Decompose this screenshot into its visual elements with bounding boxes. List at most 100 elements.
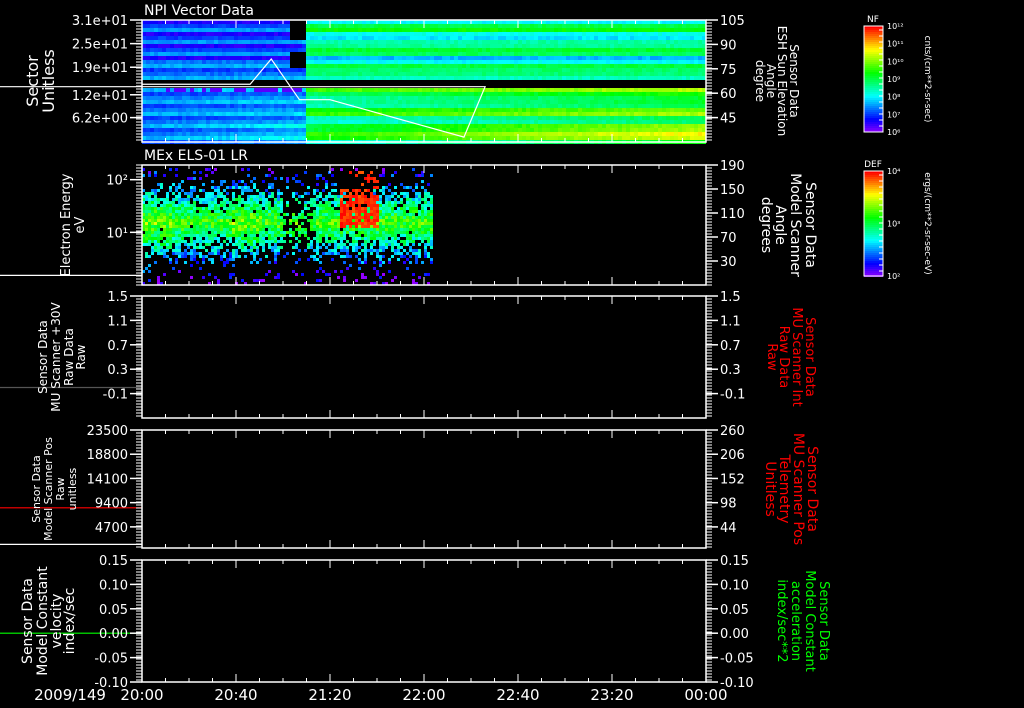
heatmap-cell bbox=[235, 249, 238, 252]
heatmap-cell bbox=[174, 36, 178, 40]
heatmap-cell bbox=[430, 120, 434, 124]
heatmap-cell bbox=[498, 28, 502, 32]
heatmap-cell bbox=[232, 255, 235, 258]
heatmap-cell bbox=[582, 104, 586, 108]
heatmap-cell bbox=[498, 64, 502, 68]
heatmap-cell bbox=[474, 64, 478, 68]
heatmap-cell bbox=[482, 68, 486, 72]
heatmap-cell bbox=[550, 116, 554, 120]
heatmap-cell bbox=[175, 246, 178, 249]
heatmap-cell bbox=[154, 60, 158, 64]
heatmap-cell bbox=[546, 88, 550, 92]
heatmap-cell bbox=[662, 92, 666, 96]
heatmap-cell bbox=[458, 68, 462, 72]
heatmap-cell bbox=[190, 88, 194, 92]
heatmap-cell bbox=[466, 44, 470, 48]
heatmap-cell bbox=[154, 64, 158, 68]
heatmap-cell bbox=[266, 48, 270, 52]
heatmap-cell bbox=[614, 72, 618, 76]
heatmap-cell bbox=[314, 132, 318, 136]
heatmap-cell bbox=[282, 36, 286, 40]
heatmap-cell bbox=[290, 72, 294, 76]
heatmap-cell bbox=[265, 198, 268, 201]
heatmap-cell bbox=[458, 40, 462, 44]
heatmap-cell bbox=[194, 132, 198, 136]
heatmap-cell bbox=[166, 52, 170, 56]
heatmap-cell bbox=[250, 44, 254, 48]
heatmap-cell bbox=[410, 40, 414, 44]
heatmap-cell bbox=[222, 128, 226, 132]
heatmap-cell bbox=[151, 210, 154, 213]
heatmap-cell bbox=[546, 100, 550, 104]
heatmap-cell bbox=[208, 207, 211, 210]
heatmap-cell bbox=[498, 116, 502, 120]
heatmap-cell bbox=[322, 88, 326, 92]
heatmap-cell bbox=[181, 237, 184, 240]
heatmap-cell bbox=[246, 92, 250, 96]
heatmap-cell bbox=[354, 68, 358, 72]
heatmap-cell bbox=[598, 128, 602, 132]
heatmap-cell bbox=[145, 252, 148, 255]
heatmap-cell bbox=[286, 120, 290, 124]
heatmap-cell bbox=[145, 219, 148, 222]
heatmap-cell bbox=[414, 32, 418, 36]
heatmap-cell bbox=[534, 68, 538, 72]
heatmap-cell bbox=[302, 112, 306, 116]
heatmap-cell bbox=[246, 136, 250, 140]
heatmap-cell bbox=[454, 124, 458, 128]
heatmap-cell bbox=[650, 112, 654, 116]
heatmap-cell bbox=[334, 116, 338, 120]
heatmap-cell bbox=[678, 96, 682, 100]
heatmap-cell bbox=[602, 36, 606, 40]
heatmap-cell bbox=[630, 96, 634, 100]
heatmap-cell bbox=[362, 120, 366, 124]
heatmap-cell bbox=[258, 124, 262, 128]
heatmap-cell bbox=[206, 132, 210, 136]
heatmap-cell bbox=[310, 44, 314, 48]
heatmap-cell bbox=[414, 60, 418, 64]
heatmap-cell bbox=[558, 64, 562, 68]
heatmap-cell bbox=[198, 56, 202, 60]
heatmap-cell bbox=[586, 132, 590, 136]
heatmap-cell bbox=[286, 44, 290, 48]
heatmap-cell bbox=[190, 52, 194, 56]
heatmap-cell bbox=[306, 24, 310, 28]
heatmap-cell bbox=[172, 234, 175, 237]
heatmap-cell bbox=[226, 60, 230, 64]
heatmap-cell bbox=[386, 36, 390, 40]
heatmap-cell bbox=[247, 210, 250, 213]
heatmap-cell bbox=[598, 24, 602, 28]
heatmap-cell bbox=[674, 100, 678, 104]
heatmap-cell bbox=[582, 24, 586, 28]
heatmap-cell bbox=[618, 120, 622, 124]
heatmap-cell bbox=[151, 240, 154, 243]
heatmap-cell bbox=[334, 24, 338, 28]
heatmap-cell bbox=[398, 48, 402, 52]
heatmap-cell bbox=[378, 64, 382, 68]
heatmap-cell bbox=[458, 76, 462, 80]
heatmap-cell bbox=[338, 44, 342, 48]
heatmap-cell bbox=[394, 132, 398, 136]
heatmap-cell bbox=[630, 116, 634, 120]
heatmap-cell bbox=[306, 112, 310, 116]
heatmap-cell bbox=[250, 207, 253, 210]
heatmap-cell bbox=[330, 56, 334, 60]
heatmap-cell bbox=[253, 186, 256, 189]
heatmap-cell bbox=[154, 243, 157, 246]
heatmap-cell bbox=[242, 76, 246, 80]
heatmap-cell bbox=[546, 72, 550, 76]
heatmap-cell bbox=[250, 219, 253, 222]
heatmap-cell bbox=[614, 40, 618, 44]
heatmap-cell bbox=[268, 207, 271, 210]
heatmap-cell bbox=[466, 112, 470, 116]
heatmap-cell bbox=[546, 104, 550, 108]
heatmap-cell bbox=[394, 32, 398, 36]
heatmap-cell bbox=[202, 128, 206, 132]
heatmap-cell bbox=[234, 108, 238, 112]
heatmap-cell bbox=[570, 100, 574, 104]
heatmap-cell bbox=[526, 104, 530, 108]
heatmap-cell bbox=[222, 88, 226, 92]
heatmap-cell bbox=[274, 108, 278, 112]
heatmap-cell bbox=[570, 28, 574, 32]
heatmap-cell bbox=[208, 210, 211, 213]
